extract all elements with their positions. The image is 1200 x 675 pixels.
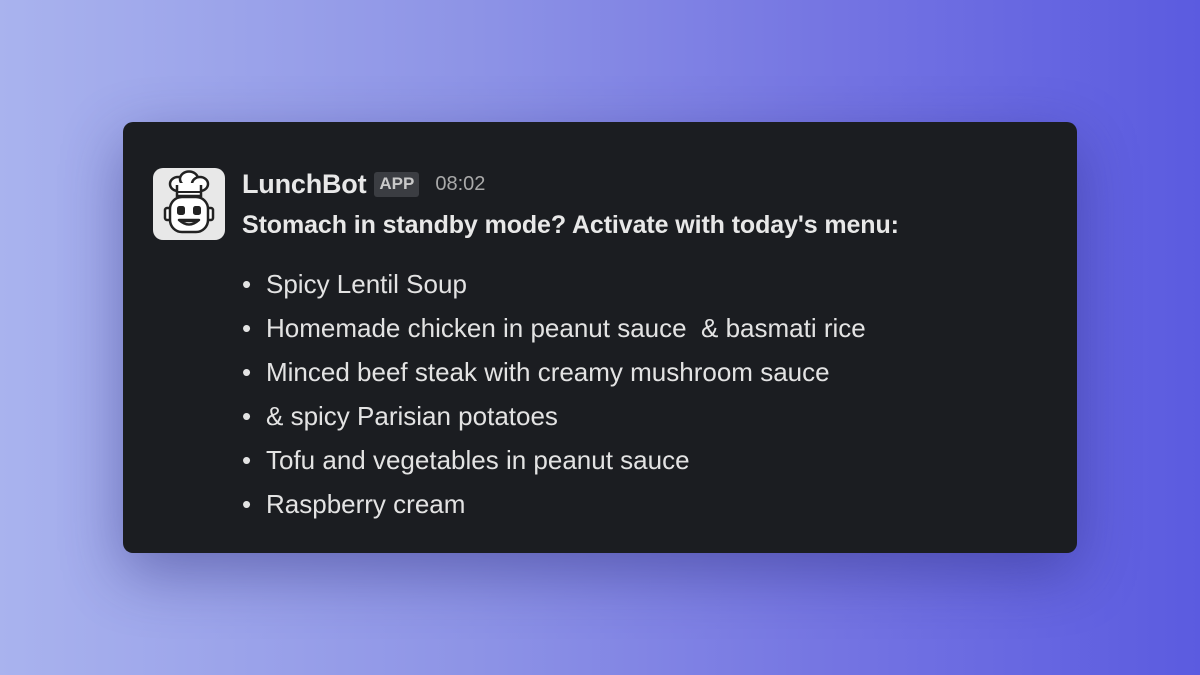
bullet: •	[242, 445, 252, 475]
menu-list: • Spicy Lentil Soup • Homemade chicken in …	[242, 262, 1057, 526]
chef-robot-icon	[163, 170, 215, 234]
bullet: •	[242, 313, 252, 343]
list-item: • Spicy Lentil Soup	[242, 262, 1057, 306]
menu-item-text: Homemade chicken in peanut sauce & basma…	[266, 313, 866, 343]
menu-item-text: Spicy Lentil Soup	[266, 269, 467, 299]
list-item: • Raspberry cream	[242, 482, 1057, 526]
list-item: • Tofu and vegetables in peanut sauce	[242, 438, 1057, 482]
menu-item-text: Tofu and vegetables in peanut sauce	[266, 445, 690, 475]
bot-avatar[interactable]	[153, 168, 225, 240]
list-item: • Homemade chicken in peanut sauce & basm…	[242, 306, 1057, 350]
bullet: •	[242, 357, 252, 387]
menu-item-text: & spicy Parisian potatoes	[266, 401, 558, 431]
menu-item-text: Minced beef steak with creamy mushroom s…	[266, 357, 830, 387]
message-content: LunchBot APP 08:02 Stomach in standby mo…	[242, 166, 1057, 526]
message-card: LunchBot APP 08:02 Stomach in standby mo…	[123, 122, 1077, 553]
list-item: • & spicy Parisian potatoes	[242, 394, 1057, 438]
sender-name[interactable]: LunchBot	[242, 169, 367, 200]
list-item: • Minced beef steak with creamy mushroom …	[242, 350, 1057, 394]
bullet: •	[242, 489, 252, 519]
menu-item-text: Raspberry cream	[266, 489, 466, 519]
bullet: •	[242, 269, 252, 299]
bullet: •	[242, 401, 252, 431]
app-badge: APP	[374, 171, 420, 197]
message-timestamp[interactable]: 08:02	[435, 173, 485, 196]
message-header: LunchBot APP 08:02	[242, 166, 1057, 202]
message-headline: Stomach in standby mode? Activate with t…	[242, 211, 899, 239]
